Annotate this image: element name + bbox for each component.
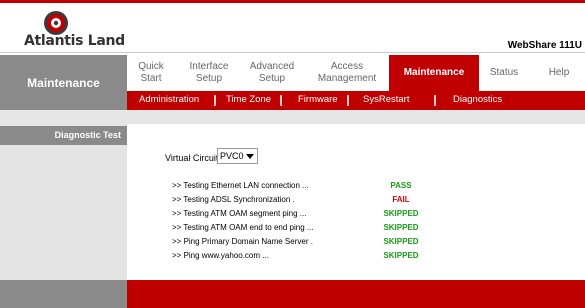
left-sidebar: Diagnostic Test — [0, 124, 127, 280]
test-name: >> Testing ADSL Synchronization . — [172, 195, 295, 204]
top-accent-line — [0, 0, 585, 3]
subnav-divider — [347, 95, 349, 106]
footer-bar — [127, 280, 585, 308]
nav-maintenance[interactable]: Maintenance — [389, 55, 479, 91]
dropdown-arrow-icon — [246, 154, 254, 159]
nav-help[interactable]: Help — [533, 55, 585, 91]
virtual-circuit-value: PVC0 — [220, 151, 244, 161]
brand-logo: Atlantis Land — [24, 10, 125, 49]
model-name: WebShare 111U — [507, 40, 582, 51]
nav-access-management[interactable]: Access Management — [307, 55, 387, 91]
test-row: >> Ping www.yahoo.com ... SKIPPED — [172, 251, 432, 263]
subnav-administration[interactable]: Administration — [139, 94, 199, 105]
test-row: >> Testing ATM OAM end to end ping ... S… — [172, 223, 432, 235]
main-nav: Quick Start Interface Setup Advanced Set… — [127, 55, 585, 91]
test-result-pass: PASS — [390, 181, 412, 190]
test-name: >> Ping www.yahoo.com ... — [172, 251, 269, 260]
subnav-time-zone[interactable]: Time Zone — [226, 94, 271, 105]
subnav-firmware[interactable]: Firmware — [298, 94, 338, 105]
header-divider — [0, 52, 585, 53]
nav-quick-start[interactable]: Quick Start — [127, 55, 175, 91]
test-name: >> Testing ATM OAM segment ping ... — [172, 209, 307, 218]
content-top-band — [0, 110, 585, 124]
test-result-skipped: SKIPPED — [383, 209, 419, 218]
sidebar-heading: Diagnostic Test — [0, 126, 127, 145]
subnav-diagnostics[interactable]: Diagnostics — [453, 94, 502, 105]
sub-nav: Administration Time Zone Firmware SysRes… — [127, 91, 585, 110]
test-row: >> Testing ADSL Synchronization . FAIL — [172, 195, 432, 207]
test-result-fail: FAIL — [392, 195, 410, 204]
test-name: >> Testing Ethernet LAN connection ... — [172, 181, 309, 190]
nav-status[interactable]: Status — [479, 55, 529, 91]
test-row: >> Ping Primary Domain Name Server . SKI… — [172, 237, 432, 249]
subnav-divider — [434, 95, 436, 106]
test-name: >> Testing ATM OAM end to end ping ... — [172, 223, 314, 232]
test-name: >> Ping Primary Domain Name Server . — [172, 237, 313, 246]
subnav-sysrestart[interactable]: SysRestart — [363, 94, 409, 105]
subnav-divider — [280, 95, 282, 106]
nav-advanced-setup[interactable]: Advanced Setup — [241, 55, 303, 91]
virtual-circuit-select[interactable]: PVC0 — [217, 148, 258, 164]
footer-side-bar — [0, 280, 127, 308]
test-row: >> Testing ATM OAM segment ping ... SKIP… — [172, 209, 432, 221]
nav-interface-setup[interactable]: Interface Setup — [179, 55, 239, 91]
test-result-skipped: SKIPPED — [383, 223, 419, 232]
virtual-circuit-label: Virtual Circuit: — [165, 153, 221, 163]
test-result-skipped: SKIPPED — [383, 251, 419, 260]
test-row: >> Testing Ethernet LAN connection ... P… — [172, 181, 432, 193]
logo-text: Atlantis Land — [24, 33, 125, 49]
test-result-skipped: SKIPPED — [383, 237, 419, 246]
subnav-divider — [214, 95, 216, 106]
section-title: Maintenance — [0, 55, 127, 110]
